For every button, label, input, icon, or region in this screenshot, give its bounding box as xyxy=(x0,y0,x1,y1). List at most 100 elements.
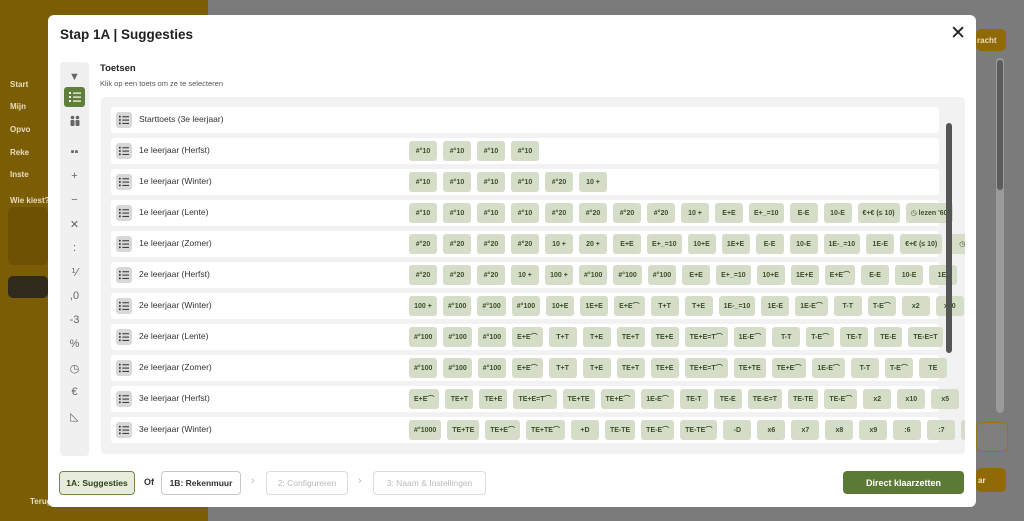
background-nav-item: Inste xyxy=(10,170,29,179)
skill-chip: 10-E xyxy=(823,203,852,223)
skill-chip: x6 xyxy=(757,420,786,440)
direct-assign-button[interactable]: Direct klaarzetten xyxy=(843,471,964,494)
test-row[interactable]: 1e leerjaar (Zomer) #°20 #°20 #°20 #°20 10 + 2… xyxy=(111,231,965,257)
section-title: Toetsen xyxy=(100,63,136,74)
skill-chip: 1E-E⌒ xyxy=(812,358,845,378)
decimal-icon[interactable]: ,0 xyxy=(64,286,85,306)
skill-chip: #°20 xyxy=(409,265,437,285)
skill-chip: T+T xyxy=(650,296,679,316)
euro-icon[interactable]: € xyxy=(64,382,85,402)
background-panel xyxy=(8,207,48,265)
skill-chip: -D xyxy=(723,420,752,440)
skill-chip: E+_=10 xyxy=(749,203,784,223)
skill-chip: TE-E⌒ xyxy=(824,389,858,409)
plus-icon[interactable]: + xyxy=(64,166,85,186)
clock-icon[interactable]: ◷ xyxy=(64,358,85,378)
background-scrollbar-thumb xyxy=(997,60,1003,190)
fraction-icon[interactable]: ⅟ xyxy=(64,262,85,282)
percent-icon[interactable]: % xyxy=(64,334,85,354)
skill-chip: #°20 xyxy=(443,234,471,254)
skill-chip: TE+E=T⌒ xyxy=(684,327,728,347)
skill-chip: TE-E⌒ xyxy=(641,420,675,440)
skill-chip: #°10 xyxy=(409,141,437,161)
test-list-icon xyxy=(116,422,132,438)
skill-chip: T+E xyxy=(582,327,611,347)
skill-chip: TE+E⌒ xyxy=(485,420,520,440)
test-row[interactable]: Starttoets (3e leerjaar) xyxy=(111,107,939,133)
skill-chip: :7 xyxy=(927,420,956,440)
test-row[interactable]: 3e leerjaar (Winter) #°1000 TE+TE TE+E⌒ TE+T… xyxy=(111,417,965,443)
skill-chip: TE+TE xyxy=(447,420,480,440)
test-list-icon xyxy=(116,143,132,159)
filter-icon[interactable]: ▼ xyxy=(64,67,85,87)
test-row[interactable]: 2e leerjaar (Zomer) #°100 #°100 #°100 E+E⌒ T+… xyxy=(111,355,947,381)
skill-chip: #°100 xyxy=(443,327,472,347)
test-row[interactable]: 1e leerjaar (Herfst) #°10 #°10 #°10 #°10 xyxy=(111,138,939,164)
test-row-label: 1e leerjaar (Winter) xyxy=(139,176,212,186)
test-row[interactable]: 3e leerjaar (Herfst) E+E⌒ TE+T TE+E TE+E=T⌒ T… xyxy=(111,386,960,412)
skill-chip: TE+TE xyxy=(733,358,766,378)
test-row-label: Starttoets (3e leerjaar) xyxy=(139,114,224,124)
negative-icon[interactable]: -3 xyxy=(64,310,85,330)
skill-chip: 20 + xyxy=(579,234,607,254)
test-list-icon xyxy=(116,205,132,221)
background-who-label: Wie kiest? xyxy=(10,196,50,205)
grid-icon[interactable]: ▪▪ xyxy=(64,142,85,162)
skill-chip: TE+E xyxy=(650,327,679,347)
skill-chip: TE-E xyxy=(713,389,742,409)
test-row[interactable]: 2e leerjaar (Winter) 100 + #°100 #°100 #°100… xyxy=(111,293,964,319)
step-1b-button[interactable]: 1B: Rekenmuur xyxy=(161,471,241,495)
skill-chip: #°100 xyxy=(477,358,507,378)
tests-list: 3e leerjaar (Winter) #°1000 TE+TE TE+E⌒ TE+T… xyxy=(101,97,965,454)
minus-icon[interactable]: − xyxy=(64,190,85,210)
test-row-label: 1e leerjaar (Herfst) xyxy=(139,145,210,155)
ruler-icon[interactable]: ◺ xyxy=(64,406,85,426)
skill-chip: +D xyxy=(570,420,599,440)
test-row-label: 2e leerjaar (Herfst) xyxy=(139,269,210,279)
list-icon[interactable] xyxy=(64,87,85,107)
test-row[interactable]: 1e leerjaar (Lente) #°10 #°10 #°10 #°10 #°20 #… xyxy=(111,200,953,226)
skill-chip: #°10 xyxy=(477,203,505,223)
skill-chip: #°1000 xyxy=(409,420,442,440)
background-nav-item: Mijn xyxy=(10,102,26,111)
skill-chip: #°100 xyxy=(647,265,677,285)
test-list-icon xyxy=(116,267,132,283)
skill-chip: TE-T xyxy=(840,327,869,347)
test-list-icon xyxy=(116,236,132,252)
skill-chip: 1E-E xyxy=(866,234,895,254)
skill-chip: 1E- xyxy=(929,265,958,285)
skill-chip: #°20 xyxy=(511,234,539,254)
step-1a-button[interactable]: 1A: Suggesties xyxy=(59,471,135,495)
skill-chip: #°10 xyxy=(409,203,437,223)
background-nav-item: Start xyxy=(10,80,29,89)
skill-chip: #°20 xyxy=(477,265,505,285)
skill-chip: E+E⌒ xyxy=(512,358,543,378)
skill-chip: E+E xyxy=(715,203,743,223)
divide-icon[interactable]: : xyxy=(64,238,85,258)
close-icon[interactable]: ✕ xyxy=(950,22,966,45)
category-toolbar: ▼ ▪▪ + − ✕: ⅟ ,0 -3% ◷ € ◺ xyxy=(60,62,89,456)
skill-chip: x8 xyxy=(825,420,854,440)
skill-chip: #°20 xyxy=(613,203,641,223)
skill-chip: 1E-E xyxy=(761,296,790,316)
skill-chip: #°100 xyxy=(477,327,507,347)
skill-chip: T-T xyxy=(833,296,862,316)
skill-chip: E+E xyxy=(613,234,641,254)
skill-chip: 1E-E⌒ xyxy=(795,296,828,316)
people-icon[interactable] xyxy=(64,111,85,131)
skill-chip: x2 xyxy=(901,296,930,316)
skill-chip: :6 xyxy=(893,420,922,440)
skill-chip: TE-E xyxy=(874,327,903,347)
test-row[interactable]: 2e leerjaar (Lente) #°100 #°100 #°100 E+E⌒ T+… xyxy=(111,324,943,350)
skill-chip: TE+T xyxy=(616,358,645,378)
list-scrollbar[interactable] xyxy=(946,123,952,353)
test-row[interactable]: 1e leerjaar (Winter) #°10 #°10 #°10 #°10 #°20… xyxy=(111,169,939,195)
times-icon[interactable]: ✕ xyxy=(64,214,85,234)
background-button xyxy=(8,276,48,298)
skill-chip: E-E xyxy=(755,234,784,254)
test-row-label: 1e leerjaar (Lente) xyxy=(139,207,209,217)
skill-chip: #°100 xyxy=(579,265,608,285)
test-row[interactable]: 2e leerjaar (Herfst) #°20 #°20 #°20 10 + 100 … xyxy=(111,262,958,288)
skill-chip: E-E xyxy=(861,265,890,285)
skill-chip: TE-T xyxy=(679,389,708,409)
